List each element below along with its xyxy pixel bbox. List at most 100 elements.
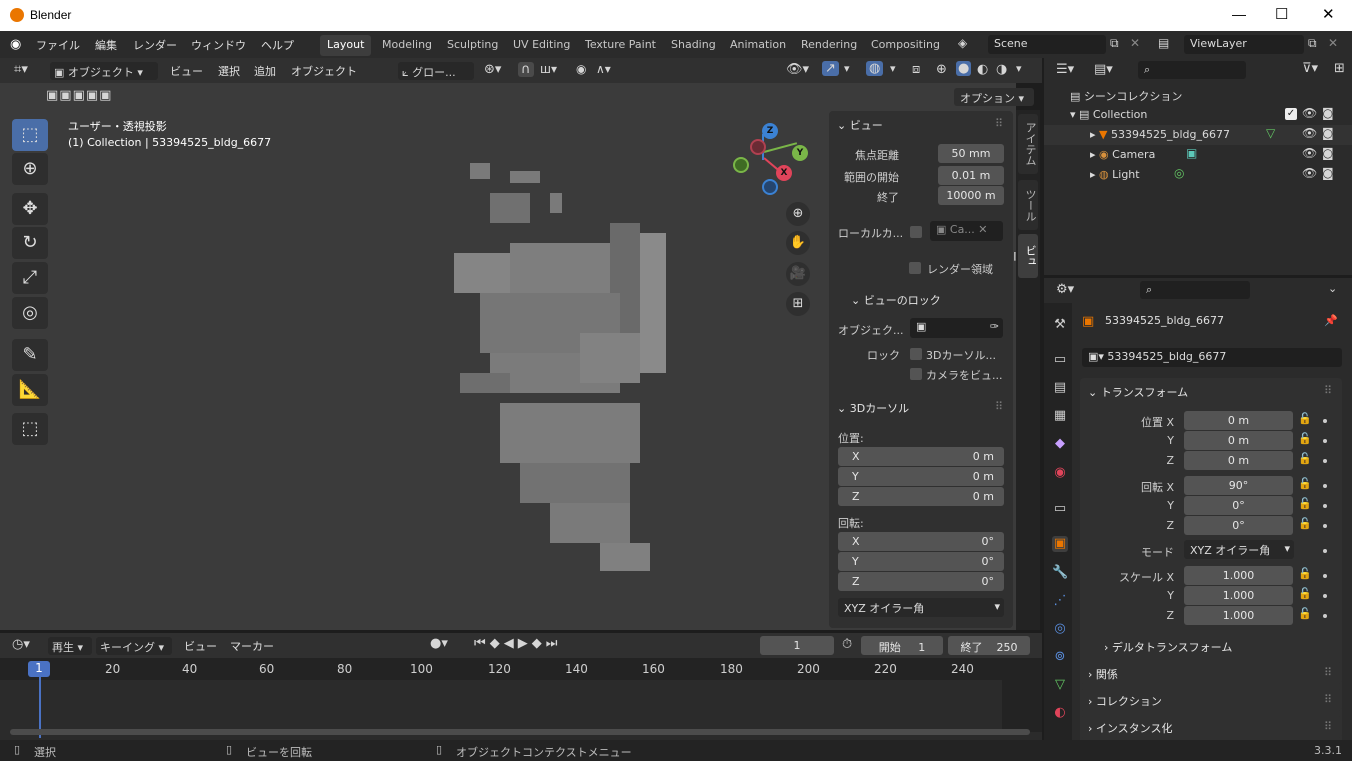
tab-view[interactable]: ビュー xyxy=(1008,234,1038,278)
gizmo-x-axis[interactable]: X xyxy=(776,165,792,181)
tab-uv-editing[interactable]: UV Editing xyxy=(506,35,577,56)
mesh-data-icon[interactable]: ▽ xyxy=(1266,126,1275,140)
menu-add[interactable]: 追加 xyxy=(254,63,276,79)
snap-icon[interactable]: ∩ xyxy=(518,62,534,77)
close-button[interactable]: ✕ xyxy=(1322,5,1335,23)
outliner-item-light[interactable]: ▸ ◍ Light xyxy=(1090,168,1140,181)
keyframe-dot[interactable] xyxy=(1323,504,1327,508)
lock-icon[interactable]: 🔓 xyxy=(1298,497,1312,510)
lock-icon[interactable]: 🔓 xyxy=(1298,412,1312,425)
scale-z-field[interactable]: 1.000 xyxy=(1184,606,1293,625)
drag-handle-icon[interactable]: ⠿ xyxy=(1324,384,1332,397)
camera-view-icon[interactable]: 🎥 xyxy=(786,262,810,286)
render-props-icon[interactable]: ▭ xyxy=(1052,352,1068,368)
keyframe-dot[interactable] xyxy=(1323,459,1327,463)
world-props-icon[interactable]: ◉ xyxy=(1052,465,1068,481)
tab-layout[interactable]: Layout xyxy=(320,35,372,56)
eye-icon[interactable]: 👁 xyxy=(1302,126,1317,140)
cursor-rot-x-field[interactable]: X 0° xyxy=(838,532,1004,551)
instancing-section[interactable]: › インスタンス化 xyxy=(1088,720,1172,736)
properties-editor-icon[interactable]: ⚙▾ xyxy=(1056,282,1074,297)
measure-tool[interactable]: 📐 xyxy=(12,374,48,406)
display-mode-icon[interactable]: ▤▾ xyxy=(1094,62,1113,77)
drag-handle-icon[interactable]: ⠿ xyxy=(1324,720,1332,733)
cursor-rot-z-field[interactable]: Z 0° xyxy=(838,572,1004,591)
cursor-rotation-mode-dropdown[interactable]: XYZ オイラー角 ▾ xyxy=(838,598,1004,617)
cursor-loc-z-field[interactable]: Z0 m xyxy=(838,487,1004,506)
collection-props-icon[interactable]: ▭ xyxy=(1052,501,1068,517)
collections-section[interactable]: › コレクション xyxy=(1088,693,1162,709)
menu-file[interactable]: ファイル xyxy=(36,37,80,53)
overlay-dropdown-icon[interactable]: ▾ xyxy=(890,62,896,75)
rotation-mode-dropdown[interactable]: XYZ オイラー角 ▾ xyxy=(1184,540,1294,559)
camera-data-icon[interactable]: ▣ xyxy=(1186,146,1197,160)
keyframe-dot[interactable] xyxy=(1323,574,1327,578)
gizmo-toggle-icon[interactable]: ↗ xyxy=(822,61,839,76)
clip-start-field[interactable]: 0.01 m xyxy=(938,166,1004,185)
menu-edit[interactable]: 編集 xyxy=(95,37,117,53)
menu-render[interactable]: レンダー xyxy=(133,37,177,53)
overlay-toggle-icon[interactable]: ◍ xyxy=(866,61,884,76)
keyframe-dot[interactable] xyxy=(1323,439,1327,443)
timeline-editor-icon[interactable]: ◷▾ xyxy=(12,637,30,652)
scene-name-field[interactable]: Scene xyxy=(988,35,1106,54)
shading-dropdown-icon[interactable]: ▾ xyxy=(1016,62,1022,75)
location-y-field[interactable]: 0 m xyxy=(1184,431,1293,450)
view-lock-section-header[interactable]: ⌄ ビューのロック xyxy=(851,292,941,308)
lock-object-field[interactable]: ▣ ✑ xyxy=(910,318,1003,338)
minimize-button[interactable]: — xyxy=(1232,6,1246,22)
cursor-rot-y-field[interactable]: Y 0° xyxy=(838,552,1004,571)
tab-tool[interactable]: ツール xyxy=(1018,180,1038,230)
cursor-loc-y-field[interactable]: Y0 m xyxy=(838,467,1004,486)
keyframe-dot[interactable] xyxy=(1323,419,1327,423)
outliner-scene-collection[interactable]: ▤ シーンコレクション xyxy=(1070,88,1182,104)
tool-props-icon[interactable]: ⚒ xyxy=(1052,317,1068,333)
timeline-scrollbar[interactable] xyxy=(10,729,1030,735)
options-dropdown[interactable]: オプション ▾ xyxy=(954,88,1034,106)
cursor-tool[interactable]: ⊕ xyxy=(12,153,48,185)
physics-props-icon[interactable]: ◎ xyxy=(1052,621,1068,637)
current-frame-field[interactable]: 1 xyxy=(760,636,834,655)
lock-icon[interactable]: 🔓 xyxy=(1298,432,1312,445)
rotate-tool[interactable]: ↻ xyxy=(12,227,48,259)
lock-icon[interactable]: 🔓 xyxy=(1298,517,1312,530)
editor-type-icon[interactable]: ⌗▾ xyxy=(14,62,28,77)
rotation-z-field[interactable]: 0° xyxy=(1184,516,1293,535)
clock-icon[interactable]: ⏱ xyxy=(842,637,852,652)
location-z-field[interactable]: 0 m xyxy=(1184,451,1293,470)
gizmo-neg-x[interactable] xyxy=(750,139,766,155)
menu-view[interactable]: ビュー xyxy=(170,63,203,79)
object-datablock-field[interactable]: ▣▾ 53394525_bldg_6677 xyxy=(1082,348,1342,367)
delete-scene-icon[interactable]: ✕ xyxy=(1130,36,1140,50)
outliner-editor-icon[interactable]: ☰▾ xyxy=(1056,62,1074,77)
menu-help[interactable]: ヘルプ xyxy=(261,37,294,53)
rendered-shading-icon[interactable]: ◑ xyxy=(996,62,1007,77)
properties-search-input[interactable]: ⌕ xyxy=(1140,281,1250,299)
keyframe-dot[interactable] xyxy=(1323,484,1327,488)
material-props-icon[interactable]: ◐ xyxy=(1052,705,1068,721)
lock-3dcursor-checkbox[interactable] xyxy=(910,348,922,360)
tab-shading[interactable]: Shading xyxy=(664,35,723,56)
menu-window[interactable]: ウィンドウ xyxy=(191,37,246,53)
filter-icon[interactable]: ⊽▾ xyxy=(1302,61,1318,76)
material-shading-icon[interactable]: ◐ xyxy=(977,62,988,77)
eye-icon[interactable]: 👁 xyxy=(1302,146,1317,160)
pivot-icon[interactable]: ⊛▾ xyxy=(484,62,501,77)
playback-dropdown[interactable]: 再生 ▾ xyxy=(48,637,92,655)
zoom-icon[interactable]: ⊕ xyxy=(786,202,810,226)
transform-section-header[interactable]: ⌄ トランスフォーム xyxy=(1088,384,1188,400)
constraints-props-icon[interactable]: ⊚ xyxy=(1052,649,1068,665)
modifier-props-icon[interactable]: 🔧 xyxy=(1052,565,1068,581)
gizmo-neg-z[interactable] xyxy=(762,179,778,195)
building-mesh[interactable] xyxy=(430,153,700,583)
add-cube-tool[interactable]: ⬚ xyxy=(12,413,48,445)
keyframe-dot[interactable] xyxy=(1323,614,1327,618)
lock-icon[interactable]: 🔓 xyxy=(1298,477,1312,490)
playback-controls[interactable]: ⏮◆◀▶◆⏭ xyxy=(474,636,561,651)
annotate-tool[interactable]: ✎ xyxy=(12,339,48,371)
camera-render-icon[interactable]: ◙ xyxy=(1322,126,1334,140)
timeline-area[interactable]: 1 20 40 60 80 100 120 140 160 180 200 22… xyxy=(0,658,1042,740)
keyframe-dot[interactable] xyxy=(1323,549,1327,553)
drag-handle-icon[interactable]: ⠿ xyxy=(1324,693,1332,706)
tab-rendering[interactable]: Rendering xyxy=(794,35,864,56)
